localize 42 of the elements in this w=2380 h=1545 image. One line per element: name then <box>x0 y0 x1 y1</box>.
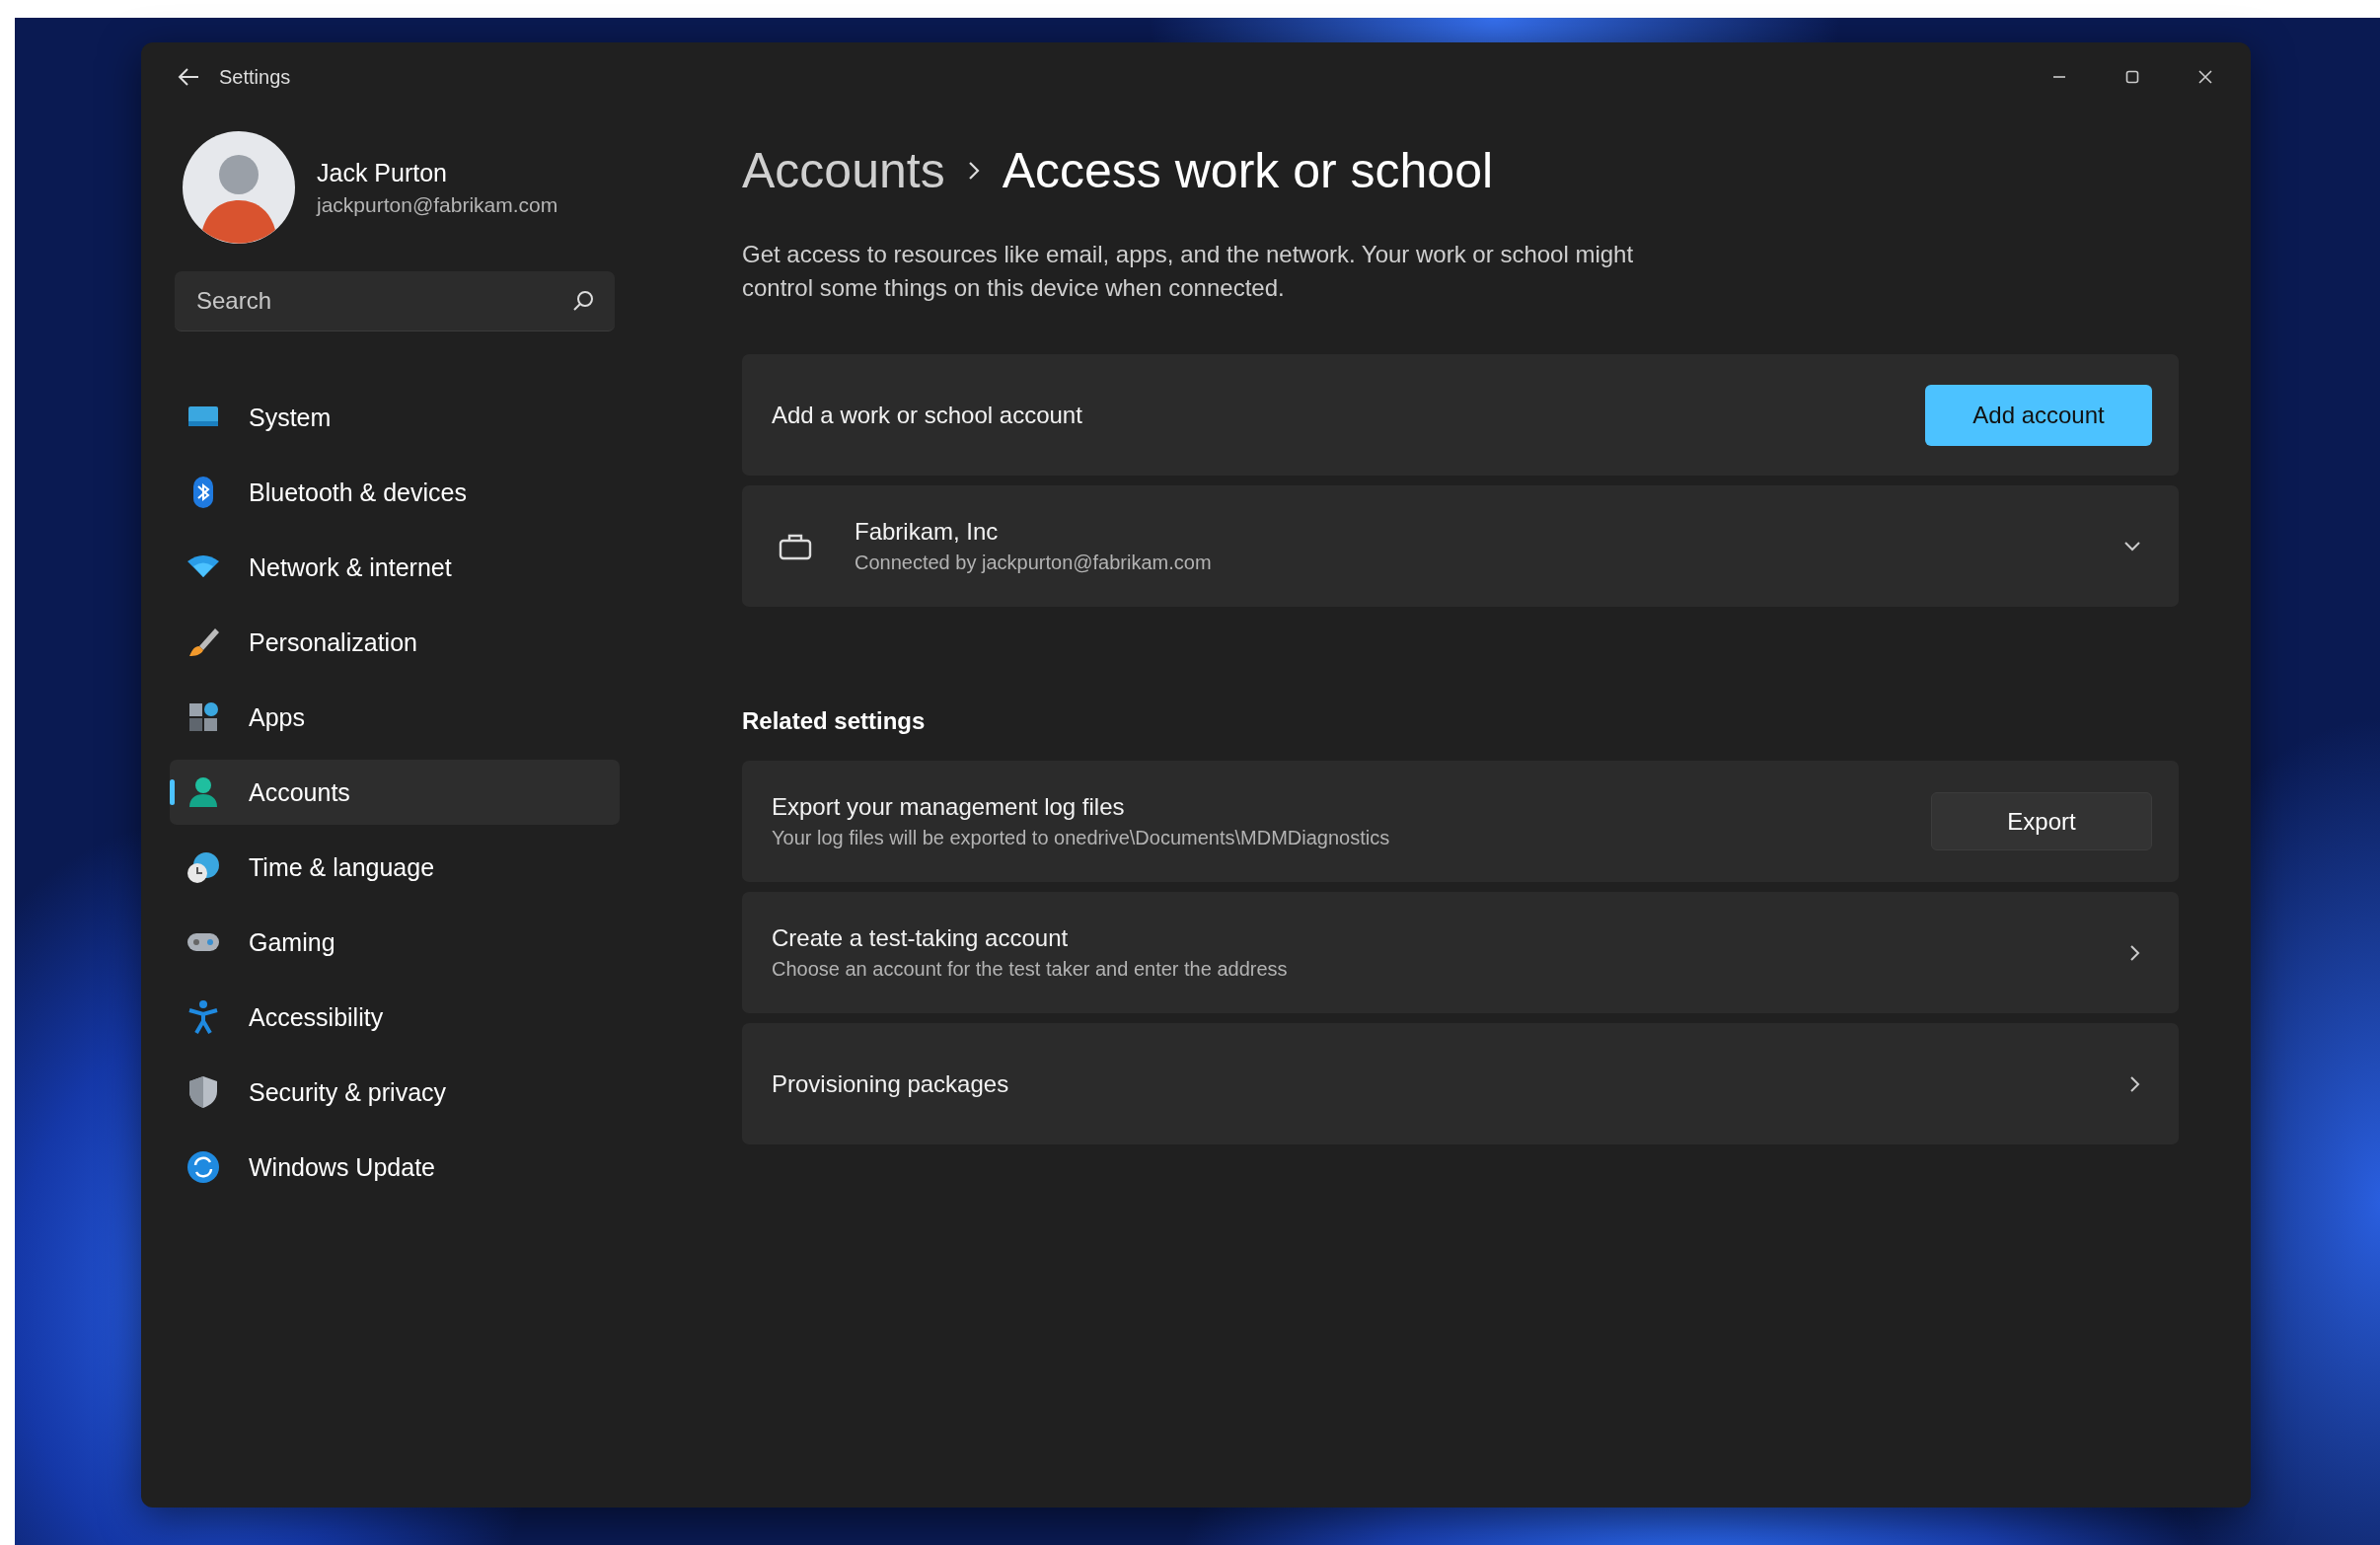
page-title: Access work or school <box>1002 142 1494 199</box>
nav-item[interactable]: Security & privacy <box>170 1060 620 1125</box>
page-description: Get access to resources like email, apps, and the network. Your work or school might control some things on this device when connected. <box>742 240 1635 303</box>
settings-link-card[interactable]: Create a test-taking account Choose an account for the test taker and enter the address <box>742 892 2179 1013</box>
settings-link-card[interactable]: Provisioning packages <box>742 1023 2179 1144</box>
chevron-right-icon <box>2128 1073 2142 1094</box>
nav-item[interactable]: System <box>170 385 620 450</box>
chevron-right-icon <box>966 160 981 182</box>
nav-item[interactable]: Network & internet <box>170 535 620 600</box>
account-detail: Connected by jackpurton@fabrikam.com <box>855 552 1212 574</box>
nav-item[interactable]: Windows Update <box>170 1135 620 1200</box>
account-name: Fabrikam, Inc <box>855 518 1000 546</box>
chevron-down-icon[interactable] <box>2122 539 2142 553</box>
search-icon <box>571 289 595 313</box>
nav-item[interactable]: Apps <box>170 685 620 750</box>
chevron-right-icon <box>2128 942 2142 963</box>
close-icon[interactable] <box>2197 69 2213 85</box>
search-field[interactable]: Search <box>175 271 615 331</box>
nav-item[interactable]: Accessibility <box>170 985 620 1050</box>
nav-item[interactable]: Accounts <box>170 760 620 825</box>
clock-globe-icon <box>186 849 221 885</box>
nav-item[interactable]: Personalization <box>170 610 620 675</box>
export-button[interactable]: Export <box>1931 792 2152 850</box>
user-email: jackpurton@fabrikam.com <box>317 192 558 217</box>
add-account-button[interactable]: Add account <box>1925 384 2152 446</box>
user-name: Jack Purton <box>317 158 448 187</box>
section-heading: Related settings <box>742 707 927 735</box>
window-title: Settings <box>219 65 291 89</box>
sync-icon <box>186 1149 221 1185</box>
nav-item[interactable]: Time & language <box>170 835 620 900</box>
card-title: Create a test-taking account <box>772 924 1070 952</box>
card-title: Export your management log files <box>772 793 1126 821</box>
card-title: Add a work or school account <box>772 401 1082 429</box>
nav-item[interactable]: Bluetooth & devices <box>170 460 620 525</box>
maximize-icon[interactable] <box>2124 69 2140 85</box>
back-arrow-icon[interactable] <box>178 67 199 87</box>
card-title: Provisioning packages <box>772 1069 1009 1098</box>
selection-indicator <box>170 779 175 805</box>
card-description: Your log files will be exported to onedrive\Documents\MDMDiagnostics <box>772 827 1390 849</box>
breadcrumb-parent[interactable]: Accounts <box>742 142 945 199</box>
card-description: Choose an account for the test taker and enter the address <box>772 958 1288 981</box>
nav-item[interactable]: Gaming <box>170 910 620 975</box>
